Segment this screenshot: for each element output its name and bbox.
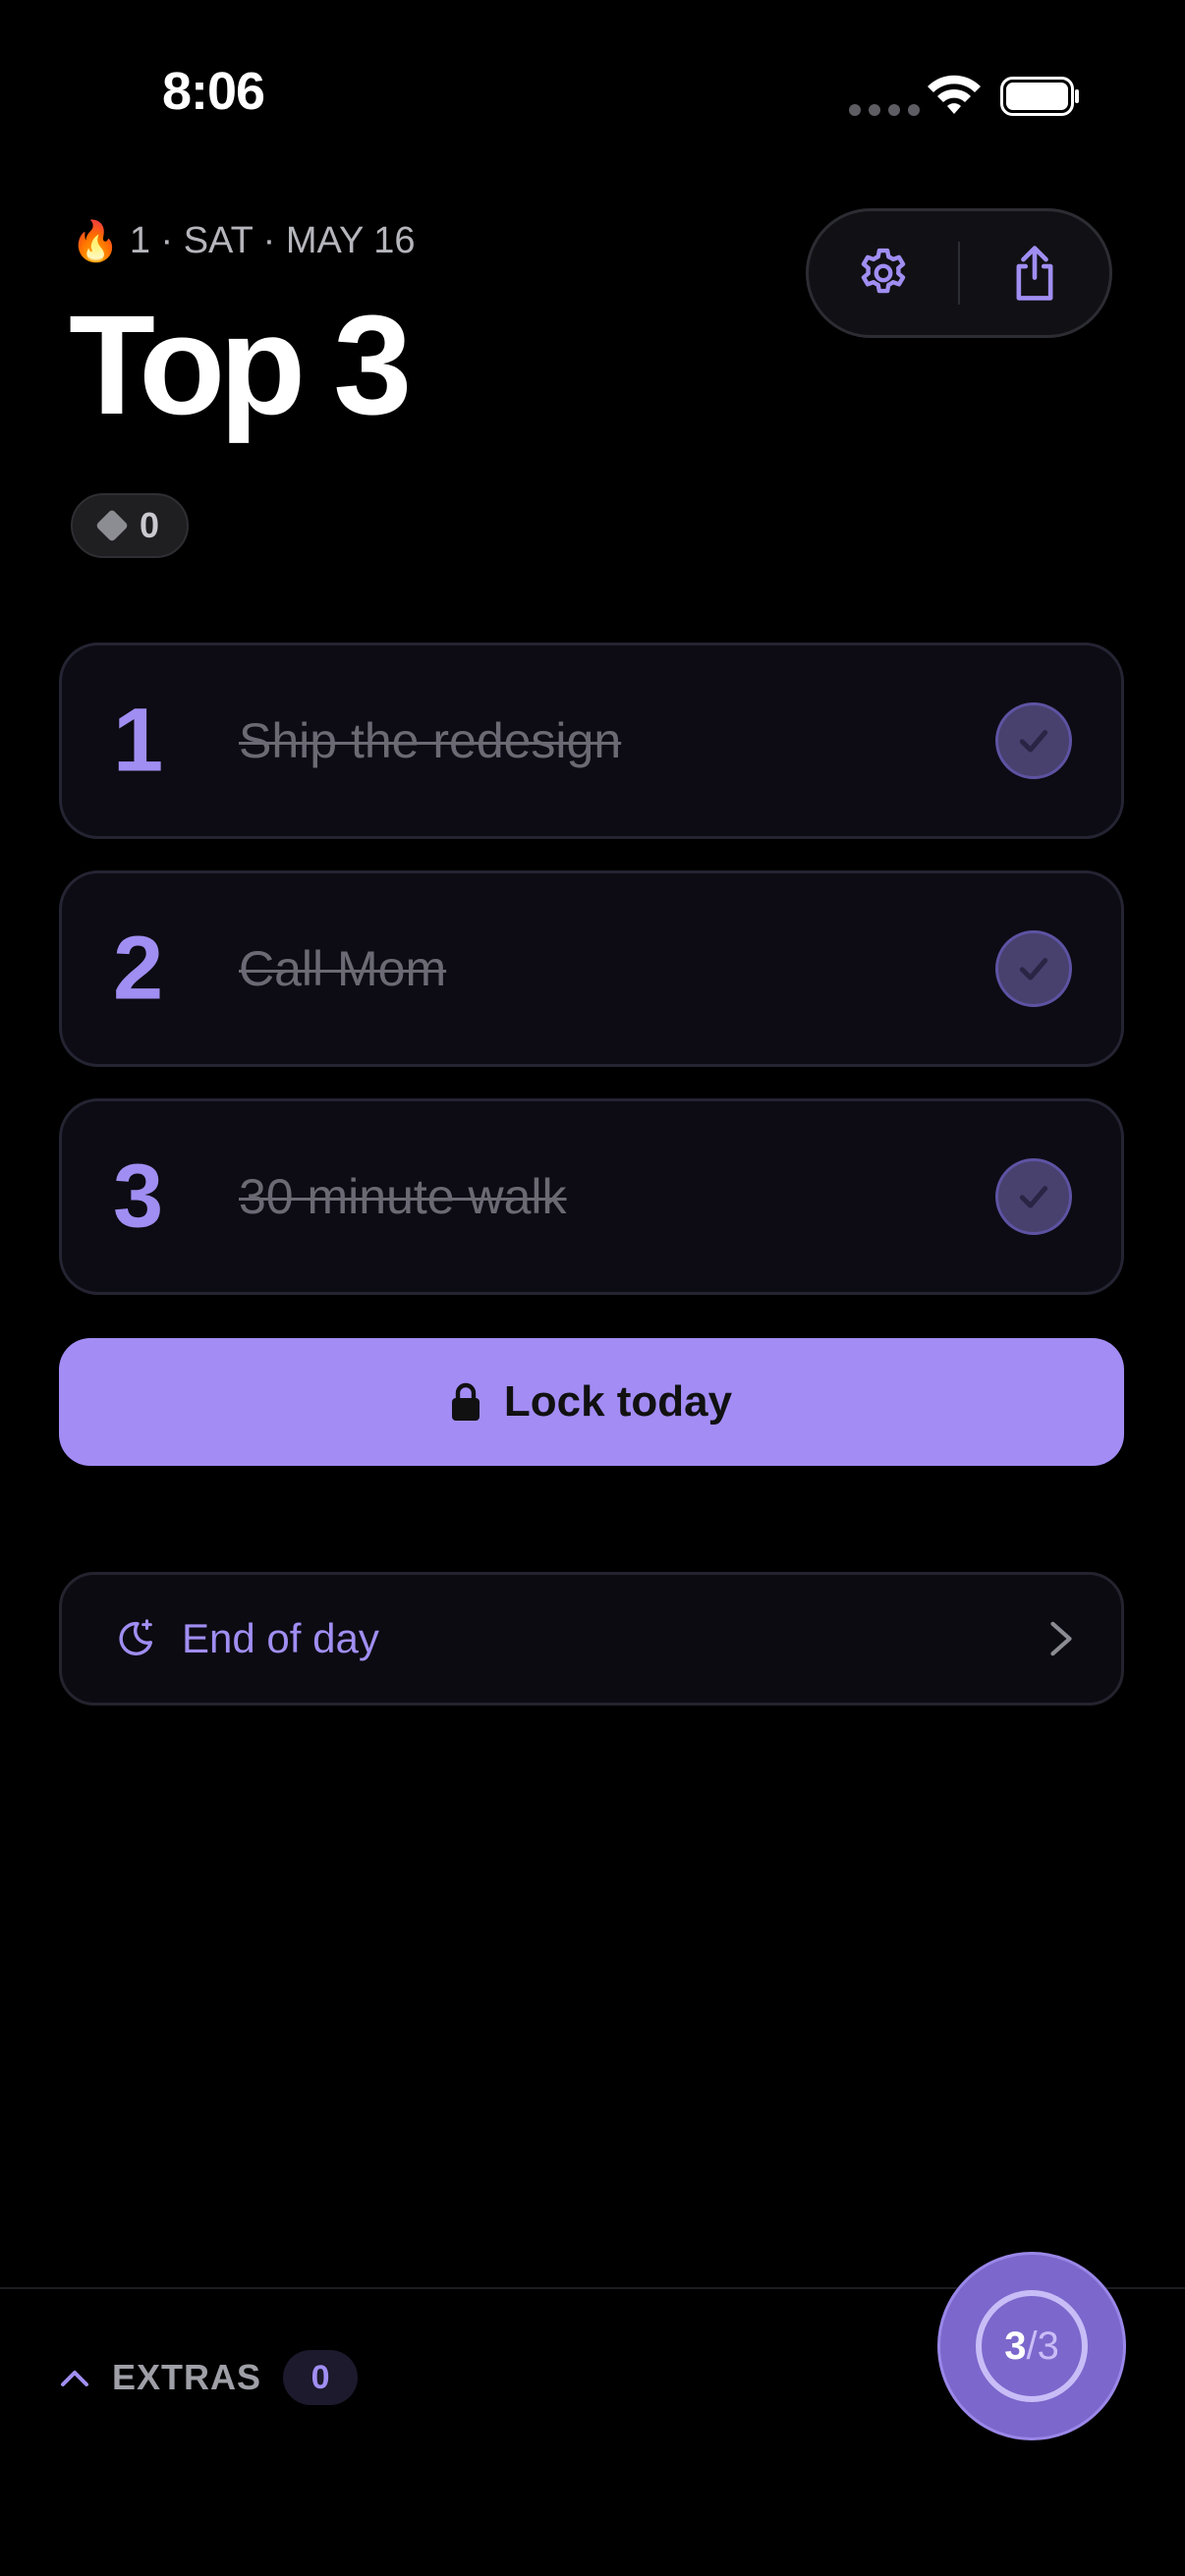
end-of-day-label: End of day	[182, 1615, 379, 1661]
extras-count-badge: 0	[283, 2350, 359, 2405]
moon-stars-icon	[119, 1619, 153, 1655]
checkmark-icon	[1019, 958, 1048, 980]
end-of-day-row[interactable]: End of day	[59, 1572, 1124, 1706]
wifi-icon	[928, 75, 981, 114]
progress-button[interactable]: 3 / 3	[937, 2252, 1126, 2440]
checkmark-icon	[1019, 730, 1048, 753]
gem-counter[interactable]: 0	[71, 493, 189, 558]
progress-total: 3	[1037, 2324, 1059, 2368]
cellular-signal-icon	[849, 104, 920, 116]
gem-count: 0	[139, 505, 160, 545]
task-label[interactable]: Call Mom	[239, 940, 446, 997]
lock-today-label: Lock today	[503, 1377, 733, 1426]
date-label: 1 · SAT · MAY 16	[129, 220, 416, 261]
page-title: Top 3	[69, 286, 412, 444]
task-number: 1	[113, 690, 164, 791]
battery-icon	[1000, 77, 1079, 116]
share-button[interactable]	[960, 211, 1109, 335]
header-toolbar	[806, 208, 1112, 338]
progress-separator: /	[1026, 2324, 1038, 2368]
settings-button[interactable]	[809, 211, 958, 335]
task-number: 3	[113, 1146, 164, 1247]
extras-label: EXTRAS	[112, 2357, 262, 2397]
chevron-right-icon	[1050, 1621, 1072, 1656]
task-checkbox[interactable]	[995, 1158, 1072, 1235]
progress-done: 3	[1004, 2324, 1027, 2368]
progress-ring: 3 / 3	[976, 2290, 1088, 2402]
task-label[interactable]: Ship the redesign	[239, 712, 621, 769]
gem-icon	[95, 509, 129, 542]
task-label[interactable]: 30 minute walk	[239, 1168, 567, 1225]
lock-today-button[interactable]: Lock today	[59, 1338, 1124, 1466]
task-checkbox[interactable]	[995, 930, 1072, 1007]
extras-toggle[interactable]: EXTRAS 0	[59, 2350, 359, 2405]
share-icon	[1016, 246, 1053, 301]
task-card-3[interactable]: 3 30 minute walk	[59, 1098, 1124, 1295]
flame-icon: 🔥	[71, 220, 120, 263]
streak-date-line: 🔥 1 · SAT · MAY 16	[71, 218, 416, 264]
task-number: 2	[113, 918, 164, 1019]
checkmark-icon	[1019, 1186, 1048, 1208]
task-checkbox[interactable]	[995, 702, 1072, 779]
gear-icon	[861, 248, 906, 294]
chevron-up-icon	[61, 2371, 88, 2386]
lock-icon	[451, 1382, 480, 1421]
task-card-2[interactable]: 2 Call Mom	[59, 870, 1124, 1067]
task-card-1[interactable]: 1 Ship the redesign	[59, 643, 1124, 839]
status-time: 8:06	[162, 62, 265, 121]
